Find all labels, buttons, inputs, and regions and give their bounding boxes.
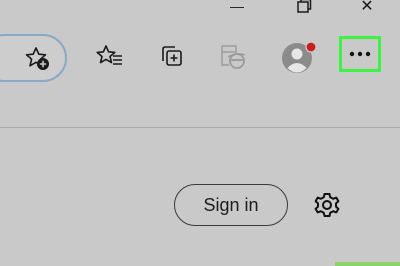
minimize-icon: — bbox=[230, 0, 244, 14]
notification-dot bbox=[305, 41, 317, 53]
favorites-button[interactable] bbox=[95, 43, 125, 71]
add-favorite-icon bbox=[25, 47, 49, 70]
collections-button[interactable] bbox=[159, 43, 187, 71]
accent-line bbox=[335, 262, 400, 266]
ie-mode-button[interactable] bbox=[219, 43, 247, 71]
profile-avatar bbox=[282, 41, 317, 73]
settings-button[interactable] bbox=[309, 187, 345, 223]
sign-in-label: Sign in bbox=[203, 194, 259, 215]
close-button[interactable]: ✕ bbox=[352, 0, 382, 18]
maximize-button[interactable] bbox=[289, 0, 319, 18]
collections-icon bbox=[162, 46, 182, 66]
add-favorite-button[interactable] bbox=[24, 45, 52, 73]
favorites-icon bbox=[96, 45, 122, 65]
more-menu-icon bbox=[349, 51, 371, 57]
more-menu-button[interactable] bbox=[339, 36, 381, 72]
gear-icon bbox=[314, 193, 340, 217]
browser-toolbar bbox=[0, 22, 400, 92]
toolbar-divider bbox=[0, 127, 400, 128]
minimize-button[interactable]: — bbox=[222, 0, 252, 18]
ie-mode-icon bbox=[221, 45, 246, 69]
title-bar: — ✕ bbox=[0, 0, 400, 22]
close-icon: ✕ bbox=[360, 0, 374, 15]
restore-icon bbox=[297, 0, 312, 13]
sign-in-button[interactable]: Sign in bbox=[174, 184, 288, 226]
profile-button[interactable] bbox=[280, 39, 320, 75]
